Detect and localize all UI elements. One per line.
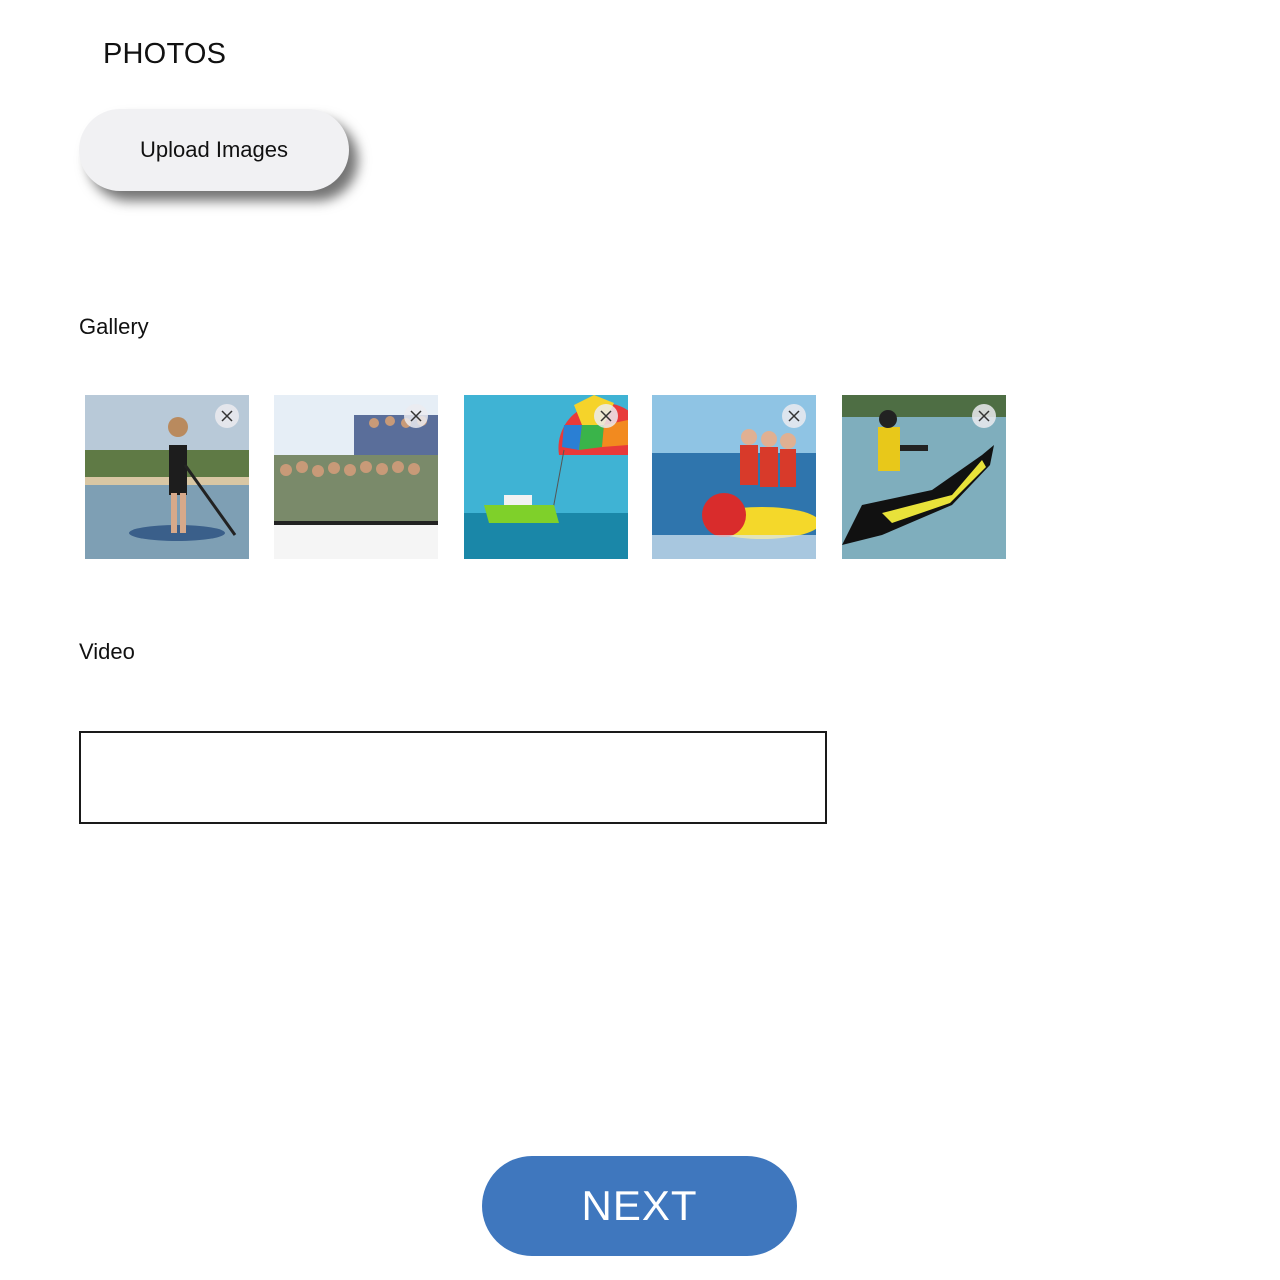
video-label: Video [79, 639, 135, 664]
upload-images-button[interactable]: Upload Images [79, 109, 349, 191]
video-url-input[interactable] [79, 731, 827, 824]
close-icon [600, 410, 612, 422]
gallery-thumbnail-paddleboard[interactable] [85, 395, 249, 559]
gallery-thumbnail-boat-party[interactable] [274, 395, 438, 559]
remove-image-button[interactable] [215, 404, 239, 428]
remove-image-button[interactable] [782, 404, 806, 428]
gallery-thumbnail-jet-ski[interactable] [842, 395, 1006, 559]
gallery-thumbnail-parasailing[interactable] [464, 395, 628, 559]
close-icon [788, 410, 800, 422]
close-icon [410, 410, 422, 422]
gallery [0, 395, 1280, 559]
page-title: PHOTOS [103, 38, 227, 70]
gallery-thumbnail-banana-boat[interactable] [652, 395, 816, 559]
gallery-label: Gallery [79, 314, 149, 339]
remove-image-button[interactable] [972, 404, 996, 428]
close-icon [978, 410, 990, 422]
close-icon [221, 410, 233, 422]
next-button[interactable]: NEXT [482, 1156, 797, 1256]
remove-image-button[interactable] [404, 404, 428, 428]
remove-image-button[interactable] [594, 404, 618, 428]
